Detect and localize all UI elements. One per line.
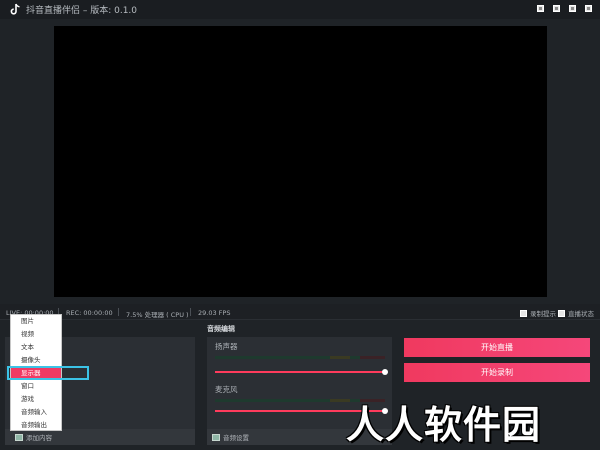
window-title: 抖音直播伴侣 – 版本: 0.1.0 — [26, 6, 138, 16]
menu-item[interactable]: 显示器 — [11, 367, 61, 380]
add-source-label: 添加内容 — [26, 434, 52, 442]
speaker-volume-handle[interactable] — [382, 369, 388, 375]
audio-settings-label: 音频设置 — [223, 434, 249, 442]
close-window-button[interactable] — [585, 5, 592, 12]
audio-settings-icon — [212, 433, 220, 441]
minimize-window-button[interactable] — [553, 5, 560, 12]
window-controls — [537, 5, 592, 12]
start-live-button[interactable]: 开始直播 — [404, 338, 590, 357]
divider — [118, 308, 119, 316]
cpu-usage: 7.5% 处理器 ( CPU ) — [126, 311, 189, 319]
menu-item[interactable]: 文本 — [11, 341, 61, 354]
record-tip-label: 录制提示 — [530, 310, 556, 318]
watermark-text: 人人软件园 — [346, 403, 542, 447]
add-content-icon — [15, 433, 23, 441]
menu-item[interactable]: 窗口 — [11, 380, 61, 393]
preview-area — [0, 19, 600, 304]
live-status-toggle[interactable]: 直播状态 — [558, 308, 594, 318]
settings-window-button[interactable] — [537, 5, 544, 12]
divider — [190, 308, 191, 316]
record-tip-toggle[interactable]: 录制提示 — [520, 308, 556, 318]
tiktok-logo-icon — [10, 3, 20, 15]
title-bar: 抖音直播伴侣 – 版本: 0.1.0 — [0, 0, 600, 19]
rec-time: REC: 00:00:00 — [66, 309, 113, 317]
audio-panel-title: 音频编辑 — [207, 325, 235, 333]
speaker-volume-slider[interactable] — [215, 371, 385, 373]
live-status-label: 直播状态 — [568, 310, 594, 318]
speaker-peak-meter — [360, 356, 385, 359]
menu-item[interactable]: 音频输入 — [11, 406, 61, 419]
menu-item[interactable]: 视频 — [11, 328, 61, 341]
status-bar: LIVE: 00:00:00 REC: 00:00:00 7.5% 处理器 ( … — [0, 304, 600, 320]
start-record-button[interactable]: 开始录制 — [404, 363, 590, 382]
menu-item[interactable]: 游戏 — [11, 393, 61, 406]
video-preview[interactable] — [54, 26, 547, 297]
mic-label: 麦克风 — [215, 385, 238, 394]
menu-item[interactable]: 图片 — [11, 315, 61, 328]
checkbox-icon[interactable] — [558, 309, 565, 317]
maximize-window-button[interactable] — [569, 5, 576, 12]
checkbox-icon[interactable] — [520, 309, 527, 317]
menu-item[interactable]: 摄像头 — [11, 354, 61, 367]
fps-readout: 29.03 FPS — [198, 309, 231, 317]
add-source-menu: 图片 视频 文本 摄像头 显示器 窗口 游戏 音频输入 音频输出 — [10, 314, 62, 431]
menu-item[interactable]: 音频输出 — [11, 419, 61, 432]
speaker-label: 扬声器 — [215, 342, 238, 351]
